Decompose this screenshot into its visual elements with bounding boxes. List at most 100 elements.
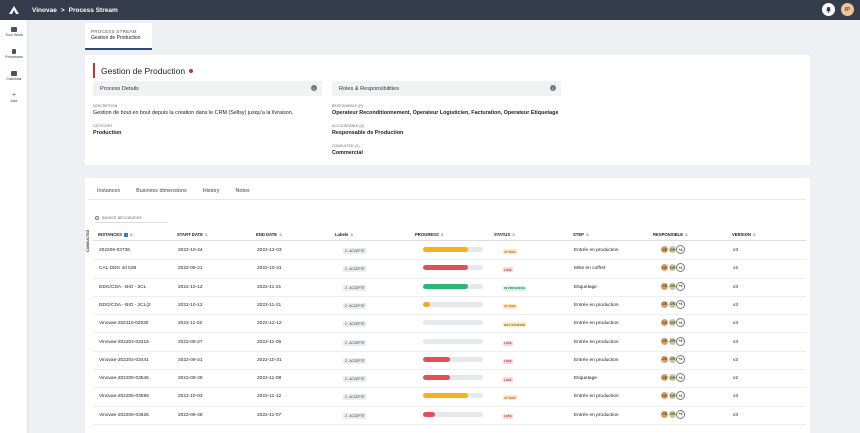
column-header-step[interactable]: STEP ⇅ — [573, 232, 589, 237]
table-row[interactable]: 202206-03736 2022-10-24 2022-12-03 2 - ACCE… — [93, 242, 806, 261]
responsible-avatars[interactable]: CE CR +4 — [660, 299, 685, 309]
sidebar-item-add[interactable]: + Add — [0, 88, 28, 108]
label-badge: 2 - ACCEPTÉ — [343, 248, 367, 254]
label-badge: 2 - ACCEPTÉ — [343, 376, 367, 383]
version: v3 — [733, 284, 739, 290]
label-badge: 2 - ACCEPTÉ — [343, 394, 367, 401]
more-avatars-badge[interactable]: +4 — [676, 409, 685, 419]
progress-fill — [423, 301, 431, 307]
instance-name[interactable]: 202206-03736 — [99, 248, 130, 253]
sidebar-item-calendar[interactable]: Calendar — [0, 66, 28, 86]
column-header-start-date[interactable]: START DATE ⇅ — [177, 232, 208, 237]
column-header-end-date[interactable]: END DATE ⇅ — [256, 232, 282, 237]
instance-name[interactable]: Vinovae-202205-03546 — [99, 376, 149, 381]
instance-name[interactable]: CAL DDG 4d 538 — [99, 266, 136, 271]
consulted-side-label: CONSULTED — [86, 229, 90, 252]
instance-name[interactable]: DDG/CDA - BIO - 2CL(2 — [99, 303, 151, 308]
responsible-value: Operateur Reconditionnement, Operateur L… — [332, 110, 559, 116]
status-badge: LATE — [503, 267, 513, 273]
more-avatars-badge[interactable]: +4 — [676, 245, 685, 254]
responsible-avatars[interactable]: CE CR +4 — [660, 354, 685, 364]
tab-business-dimensions[interactable]: Business dimensions — [128, 186, 195, 200]
start-date: 2022-09-29 — [178, 376, 203, 382]
column-header-responsible[interactable]: RESPONSIBLE ⇅ — [653, 232, 688, 237]
tab-notes[interactable]: Notes — [228, 186, 258, 200]
responsible-avatars[interactable]: CE CR +4 — [660, 336, 685, 346]
sidebar-item-label: Calendar — [6, 77, 22, 81]
start-date: 2022-09-21 — [178, 357, 203, 363]
table-row[interactable]: Vinovae-202206-03626 2022-09-28 2022-11-07… — [93, 407, 806, 425]
step-name: Entrée en production — [574, 357, 619, 363]
more-avatars-badge[interactable]: +4 — [676, 391, 685, 401]
column-header-status[interactable]: STATUS ⇅ — [494, 232, 515, 237]
instance-name[interactable]: DDG/CDA - BIO - 2CL — [99, 285, 146, 290]
tab-history[interactable]: History — [195, 186, 228, 200]
progress-bar — [423, 283, 483, 289]
progress-bar — [423, 265, 483, 271]
breadcrumb-root[interactable]: Vinovae — [32, 7, 57, 14]
sidebar: Your Work Processes Calendar + Add — [0, 20, 28, 433]
more-avatars-badge[interactable]: +4 — [676, 263, 685, 273]
table-row[interactable]: Vinovae-202110-02930 2022-11-02 2022-12-12… — [93, 315, 806, 334]
info-icon[interactable]: i — [311, 85, 317, 91]
tab-process-stream[interactable]: PROCESS STREAM Gestion de Production — [85, 23, 152, 50]
responsible-avatars[interactable]: CE CR +4 — [660, 245, 685, 254]
info-icon[interactable]: i — [550, 85, 556, 91]
responsible-avatars[interactable]: CE CR +4 — [660, 318, 685, 328]
more-avatars-badge[interactable]: +4 — [676, 336, 685, 346]
more-avatars-badge[interactable]: +4 — [676, 373, 685, 383]
instance-name[interactable]: Vinovae-202110-02930 — [99, 321, 148, 326]
accountable-value: Responsable de Production — [332, 130, 404, 136]
table-row[interactable]: DDG/CDA - BIO - 2CL 2022-10-12 2022-11-21 2… — [93, 279, 806, 297]
end-date: 2022-11-21 — [257, 302, 282, 308]
responsible-avatars[interactable]: CE CR +4 — [660, 391, 685, 401]
table-row[interactable]: Vinovae-202204-03416 2022-09-27 2022-11-06… — [93, 334, 806, 352]
end-date: 2022-11-07 — [257, 412, 282, 418]
search-input[interactable] — [102, 215, 164, 221]
more-avatars-badge[interactable]: +4 — [676, 299, 685, 309]
step-name: Entrée en production — [574, 302, 619, 308]
column-header-version[interactable]: VERSION ⇅ — [732, 232, 756, 237]
more-avatars-badge[interactable]: +4 — [676, 281, 685, 291]
version: v3 — [733, 302, 739, 308]
step-name: Entrée en production — [574, 321, 619, 327]
tab-instances[interactable]: Instances — [89, 186, 129, 200]
category-value: Production — [93, 130, 122, 136]
table-row[interactable]: Vinovae-202205-03546 2022-09-29 2022-11-08… — [93, 370, 806, 389]
instance-name[interactable]: Vinovae-202204-03416 — [99, 340, 149, 345]
responsible-avatars[interactable]: CE CR +4 — [660, 263, 685, 273]
table-row[interactable]: DDG/CDA - BIO - 2CL(2 2022-10-12 2022-11-2… — [93, 297, 806, 316]
user-avatar[interactable]: IP — [841, 3, 854, 16]
process-details-header[interactable]: Process Details i — [93, 81, 322, 96]
instance-name[interactable]: Vinovae-202206-03626 — [99, 413, 149, 418]
accountable-label: ACCOUNTABLE (A) — [332, 124, 365, 128]
sort-icon: ⇅ — [129, 232, 133, 237]
roles-header[interactable]: Roles & Responsibilities i — [332, 81, 561, 96]
column-header-progress[interactable]: PROGRESS ⇅ — [415, 232, 444, 237]
more-avatars-badge[interactable]: +4 — [676, 354, 685, 364]
table-row[interactable]: CAL DDG 4d 538 2022-09-21 2022-10-31 2 - AC… — [93, 260, 806, 279]
end-date: 2022-12-12 — [257, 321, 282, 327]
column-header-instances[interactable]: INSTANCES ⇅ — [98, 232, 133, 237]
version: v2 — [733, 266, 739, 272]
sort-icon: ⇅ — [512, 232, 516, 237]
tab-kicker: PROCESS STREAM — [91, 29, 137, 34]
status-badge: IN PROGRESS — [503, 285, 526, 291]
instance-name[interactable]: Vinovae-202204-03441 — [99, 358, 149, 363]
table-row[interactable]: Vinovae-202204-03441 2022-09-21 2022-10-31… — [93, 352, 806, 371]
sidebar-item-processes[interactable]: Processes — [0, 44, 28, 64]
breadcrumb-current[interactable]: Process Stream — [69, 7, 118, 14]
column-header-labels[interactable]: Labels ⇅ — [335, 232, 353, 237]
more-avatars-badge[interactable]: +4 — [676, 318, 685, 328]
responsible-avatars[interactable]: CE CR +4 — [660, 281, 685, 291]
instance-name[interactable]: Vinovae-202205-03599 — [99, 394, 149, 399]
filter-icon[interactable] — [123, 232, 128, 237]
responsible-avatars[interactable]: CE CR +4 — [660, 373, 685, 383]
bell-icon[interactable] — [822, 3, 835, 16]
responsible-avatars[interactable]: CE CR +4 — [660, 409, 685, 419]
table-row[interactable]: Vinovae-202205-03599 2022-10-03 2022-11-12… — [93, 388, 806, 407]
end-date: 2022-11-06 — [257, 339, 282, 345]
logo-icon[interactable] — [0, 0, 28, 20]
sidebar-item-your-work[interactable]: Your Work — [0, 22, 28, 42]
progress-fill — [423, 375, 450, 381]
